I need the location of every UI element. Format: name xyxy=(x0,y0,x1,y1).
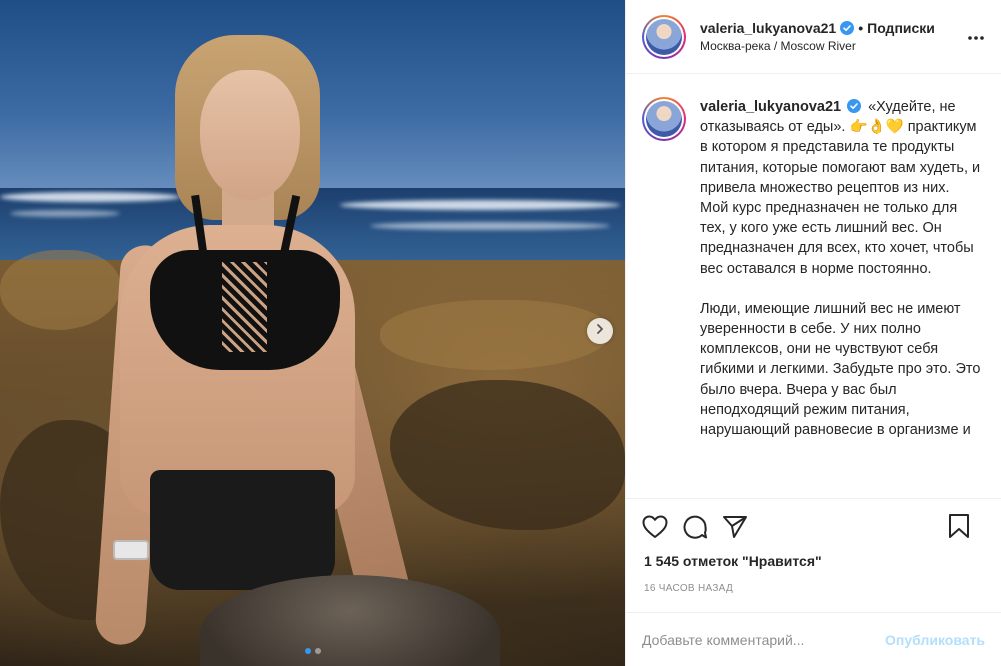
verified-badge-icon xyxy=(840,21,855,36)
carousel-next-button[interactable] xyxy=(587,318,613,344)
post-side-panel: valeria_lukyanova21 • Подписки Москва-ре… xyxy=(625,0,1001,666)
post-caption: valeria_lukyanova21 «Худейте, не отказыв… xyxy=(642,97,985,440)
following-button[interactable]: Подписки xyxy=(867,19,935,38)
bookmark-icon[interactable] xyxy=(947,513,971,539)
caption-avatar[interactable] xyxy=(642,97,686,141)
caption-paragraph: Люди, имеющие лишний вес не имеют уверен… xyxy=(700,300,981,439)
comments-list[interactable]: valeria_lukyanova21 «Худейте, не отказыв… xyxy=(626,75,1001,498)
caption-emoji: 👉👌💛 xyxy=(849,119,904,136)
caption-username[interactable]: valeria_lukyanova21 xyxy=(700,99,841,115)
wave-foam xyxy=(370,222,610,230)
follow-separator: • xyxy=(858,19,864,36)
post-timestamp[interactable]: 16 часов назад xyxy=(626,583,1001,594)
instagram-post: valeria_lukyanova21 • Подписки Москва-ре… xyxy=(0,0,1001,666)
wave-foam xyxy=(10,210,120,217)
post-actions: 1 545 отметок "Нравится" 16 часов назад xyxy=(626,498,1001,594)
add-comment-bar: Опубликовать xyxy=(626,612,1001,666)
wave-foam xyxy=(0,192,180,202)
bracelet xyxy=(113,540,149,560)
carousel-indicator xyxy=(0,648,625,654)
send-icon[interactable] xyxy=(722,515,748,539)
shorts xyxy=(150,470,335,590)
author-username[interactable]: valeria_lukyanova21 xyxy=(700,19,836,38)
heart-icon[interactable] xyxy=(642,515,668,539)
comment-input[interactable] xyxy=(642,631,886,648)
likes-count[interactable]: 1 545 отметок "Нравится" xyxy=(626,553,1001,569)
carousel-dot xyxy=(314,648,321,654)
more-horizontal-icon[interactable] xyxy=(967,28,985,46)
verified-badge-icon xyxy=(847,99,862,113)
comment-icon[interactable] xyxy=(682,514,708,540)
publish-button[interactable]: Опубликовать xyxy=(885,632,985,648)
carousel-dot xyxy=(304,648,311,654)
chevron-right-icon xyxy=(594,322,606,340)
post-header: valeria_lukyanova21 • Подписки Москва-ре… xyxy=(626,0,1001,74)
bikini-lace xyxy=(222,262,267,352)
post-location[interactable]: Москва-река / Moscow River xyxy=(700,38,935,54)
caption-text: valeria_lukyanova21 «Худейте, не отказыв… xyxy=(700,97,985,440)
action-bar xyxy=(626,499,1001,555)
caption-paragraph: Мой курс предназначен не только для тех,… xyxy=(700,200,974,277)
author-avatar[interactable] xyxy=(642,14,686,59)
figure-face xyxy=(200,70,300,200)
post-photo[interactable] xyxy=(0,0,625,666)
wave-foam xyxy=(340,200,620,210)
